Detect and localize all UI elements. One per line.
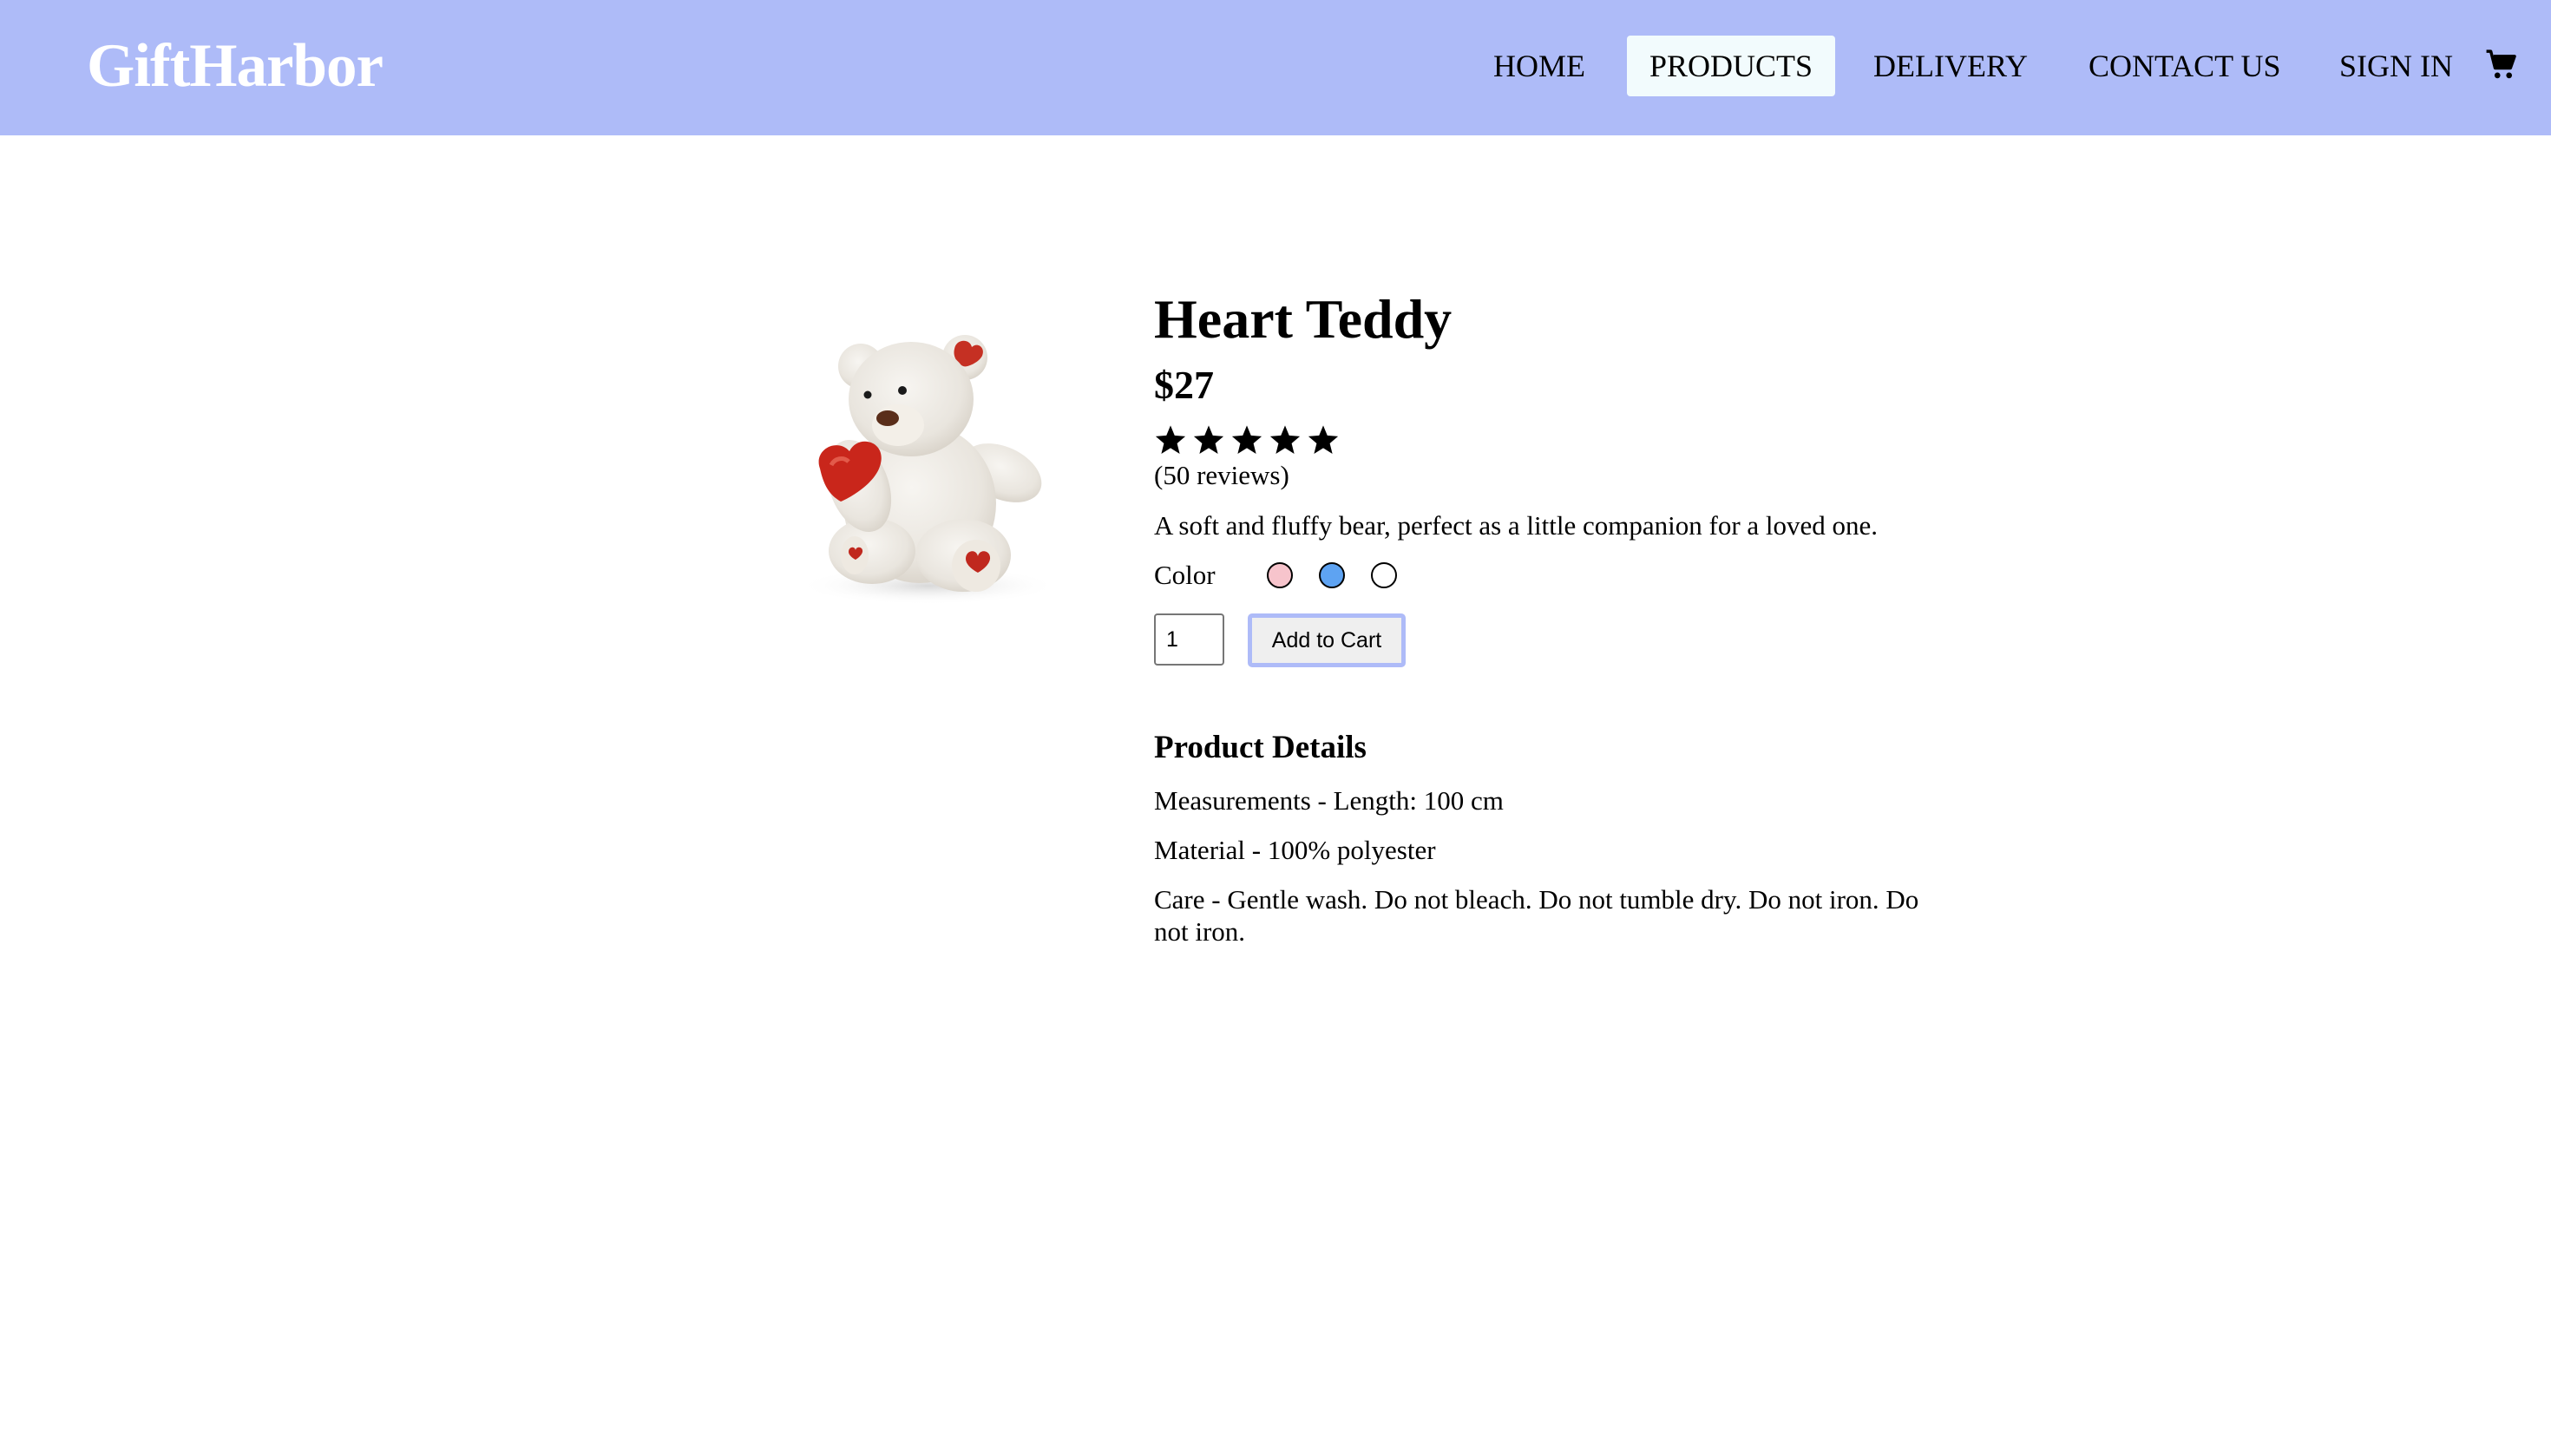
nav-delivery[interactable]: DELIVERY [1851, 36, 2050, 96]
color-label: Color [1154, 560, 1216, 590]
detail-material: Material - 100% polyester [1154, 835, 1436, 865]
detail-measurements: Measurements - Length: 100 cm [1154, 785, 1504, 816]
detail-care: Care - Gentle wash. Do not bleach. Do no… [1154, 884, 1919, 947]
product-description: A soft and fluffy bear, perfect as a lit… [1154, 510, 1879, 541]
product-image-teddy-bear [798, 335, 1059, 605]
site-logo[interactable]: GiftHarbor [87, 28, 384, 104]
nav-products[interactable]: PRODUCTS [1627, 36, 1836, 96]
quantity-input[interactable] [1154, 613, 1224, 666]
nav-contact-us[interactable]: CONTACT US [2066, 36, 2303, 96]
nav-home[interactable]: HOME [1471, 36, 1608, 96]
add-to-cart-button[interactable]: Add to Cart [1248, 613, 1406, 667]
color-swatch-pink[interactable] [1267, 562, 1293, 588]
product-price: $27 [1154, 363, 1214, 407]
color-swatch-blue[interactable] [1319, 562, 1345, 588]
color-swatch-white[interactable] [1371, 562, 1397, 588]
product-details-heading: Product Details [1154, 730, 1367, 765]
review-count[interactable]: (50 reviews) [1154, 458, 1289, 493]
nav-sign-in[interactable]: SIGN IN [2317, 36, 2476, 96]
shopping-cart-icon[interactable] [2485, 49, 2518, 82]
star-icon [1193, 425, 1224, 454]
star-icon [1308, 425, 1339, 454]
product-title: Heart Teddy [1154, 288, 1453, 350]
star-rating [1154, 423, 1340, 462]
top-navigation-bar: GiftHarbor HOME PRODUCTS DELIVERY CONTAC… [0, 0, 2551, 135]
star-icon [1231, 425, 1262, 454]
star-icon [1269, 425, 1301, 454]
star-icon [1155, 425, 1186, 454]
